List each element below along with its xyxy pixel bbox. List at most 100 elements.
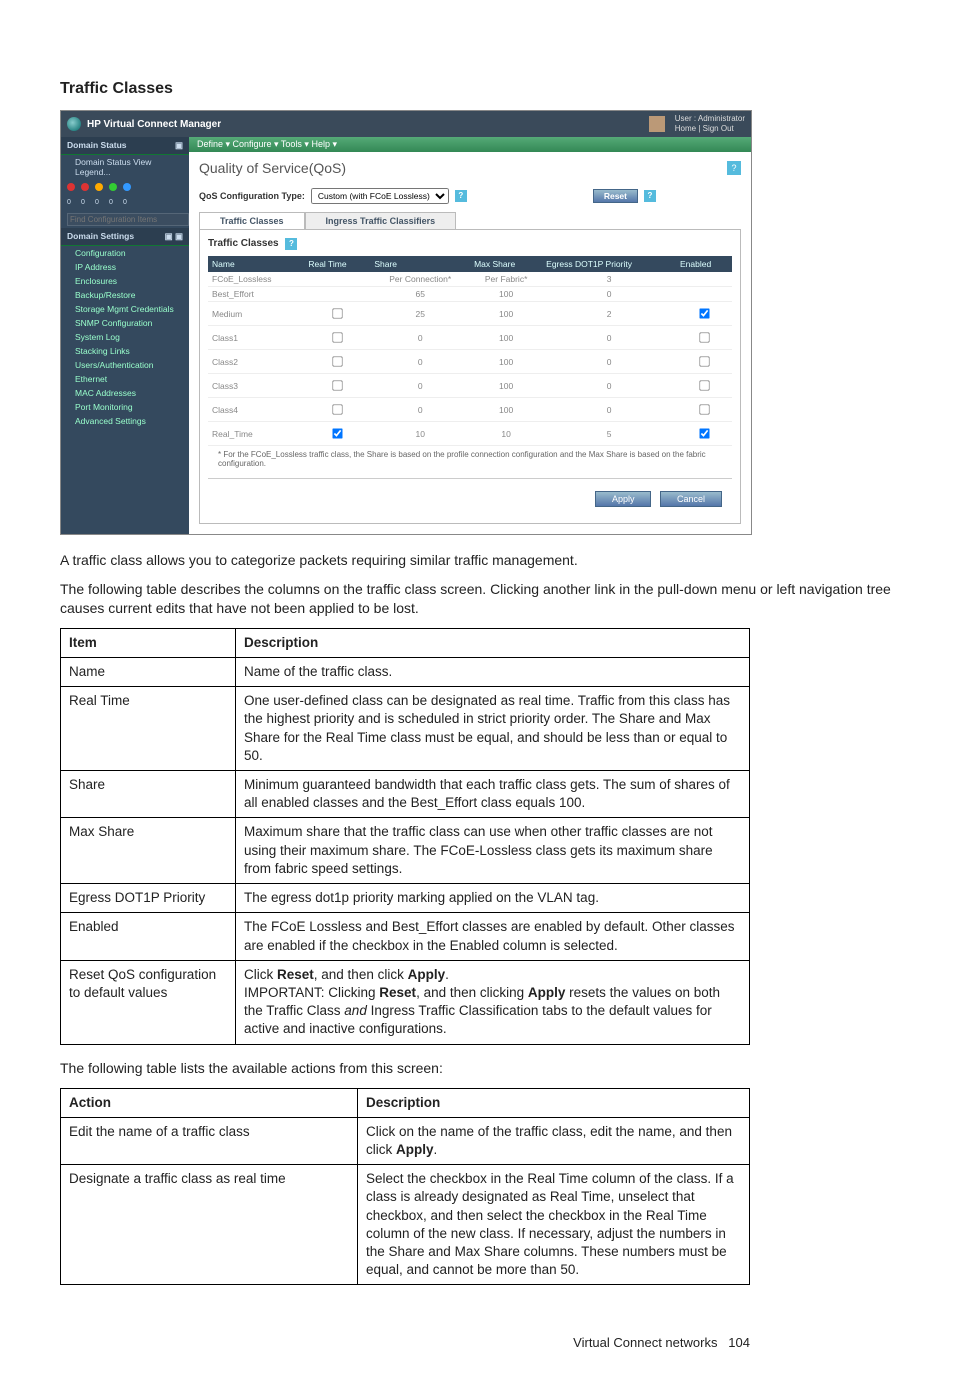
sidebar-item[interactable]: Port Monitoring	[61, 400, 189, 414]
domain-settings-label: Domain Settings	[67, 231, 134, 242]
cfg-type-select[interactable]: Custom (with FCoE Lossless)	[311, 188, 449, 204]
actions-intro: The following table lists the available …	[60, 1059, 894, 1078]
tab-ingress-classifiers[interactable]: Ingress Traffic Classifiers	[305, 212, 457, 229]
traffic-classes-table: NameReal TimeShareMax ShareEgress DOT1P …	[208, 256, 732, 446]
sidebar-item[interactable]: IP Address	[61, 260, 189, 274]
columns-description-table: Item Description NameName of the traffic…	[60, 628, 750, 1045]
apply-button[interactable]: Apply	[595, 491, 652, 507]
domain-status-header: Domain Status▣	[61, 137, 189, 155]
table-header-cell: Max Share	[470, 256, 542, 272]
sidebar-item[interactable]: Users/Authentication	[61, 358, 189, 372]
action-header: Action	[61, 1088, 358, 1117]
table-header-cell: Enabled	[676, 256, 732, 272]
item-cell: Egress DOT1P Priority	[61, 884, 236, 913]
sidebar-item[interactable]: Backup/Restore	[61, 288, 189, 302]
item-cell: Real Time	[61, 687, 236, 771]
table-row: Real_Time10105	[208, 422, 732, 446]
top-links[interactable]: Home | Sign Out	[675, 124, 745, 134]
action-edit-name-desc: Click on the name of the traffic class, …	[358, 1117, 750, 1164]
table-row: Medium251002	[208, 302, 732, 326]
domain-status-row[interactable]: Domain Status View Legend...	[61, 155, 189, 179]
main-panel: Define ▾ Configure ▾ Tools ▾ Help ▾ Qual…	[189, 137, 751, 534]
enabled-checkbox[interactable]	[699, 356, 709, 366]
reset-qos-item: Reset QoS configuration to default value…	[61, 960, 236, 1044]
app-topbar: HP Virtual Connect Manager User : Admini…	[61, 111, 751, 137]
reset-help-icon[interactable]: ?	[644, 190, 656, 202]
status-icons	[61, 179, 189, 195]
realtime-checkbox[interactable]	[333, 308, 343, 318]
item-cell: Share	[61, 770, 236, 817]
realtime-checkbox[interactable]	[333, 428, 343, 438]
reset-button[interactable]: Reset	[593, 189, 638, 203]
user-info: User : Administrator Home | Sign Out	[675, 114, 745, 134]
tc-help-icon[interactable]: ?	[285, 238, 297, 250]
table-header-cell: Egress DOT1P Priority	[542, 256, 676, 272]
action-designate-rt: Designate a traffic class as real time	[61, 1165, 358, 1285]
section-title: Traffic Classes	[60, 80, 894, 98]
app-screenshot: HP Virtual Connect Manager User : Admini…	[60, 110, 752, 535]
realtime-checkbox[interactable]	[333, 380, 343, 390]
tc-heading: Traffic Classes	[208, 238, 279, 249]
sidebar-item[interactable]: Storage Mgmt Credentials	[61, 302, 189, 316]
action-desc-header: Description	[358, 1088, 750, 1117]
sidebar-item[interactable]: MAC Addresses	[61, 386, 189, 400]
enabled-checkbox[interactable]	[699, 332, 709, 342]
reset-qos-desc: Click Reset, and then click Apply. IMPOR…	[236, 960, 750, 1044]
enabled-checkbox[interactable]	[699, 404, 709, 414]
sidebar-item[interactable]: Stacking Links	[61, 344, 189, 358]
sidebar-item[interactable]: Advanced Settings	[61, 414, 189, 428]
item-cell: Max Share	[61, 818, 236, 884]
table-row: Best_Effort651000	[208, 287, 732, 302]
table-footnote: * For the FCoE_Lossless traffic class, t…	[208, 446, 732, 472]
page-footer: Virtual Connect networks 104	[60, 1335, 750, 1350]
table-row: Class201000	[208, 350, 732, 374]
desc-cell: One user-defined class can be designated…	[236, 687, 750, 771]
realtime-checkbox[interactable]	[333, 404, 343, 414]
desc-cell: The egress dot1p priority marking applie…	[236, 884, 750, 913]
enabled-checkbox[interactable]	[699, 308, 709, 318]
col-header-item: Item	[61, 628, 236, 657]
table-header-cell: Share	[370, 256, 470, 272]
status-green-icon	[109, 183, 117, 191]
user-label: User : Administrator	[675, 114, 745, 124]
find-input[interactable]	[67, 213, 189, 226]
domain-status-label: Domain Status	[67, 140, 127, 151]
desc-cell: Name of the traffic class.	[236, 657, 750, 686]
menubar[interactable]: Define ▾ Configure ▾ Tools ▾ Help ▾	[189, 137, 751, 152]
status-orange-icon	[95, 183, 103, 191]
tab-traffic-classes[interactable]: Traffic Classes	[199, 212, 305, 229]
page-title: Quality of Service(QoS)	[199, 160, 346, 176]
cancel-button[interactable]: Cancel	[660, 491, 722, 507]
action-edit-name: Edit the name of a traffic class	[61, 1117, 358, 1164]
desc-cell: Minimum guaranteed bandwidth that each t…	[236, 770, 750, 817]
sidebar-item[interactable]: Configuration	[61, 246, 189, 260]
table-row: FCoE_LosslessPer Connection*Per Fabric*3	[208, 272, 732, 287]
intro-paragraph-2: The following table describes the column…	[60, 580, 894, 618]
table-row: Class301000	[208, 374, 732, 398]
sidebar-item[interactable]: Ethernet	[61, 372, 189, 386]
help-icon[interactable]: ?	[727, 161, 741, 175]
col-header-desc: Description	[236, 628, 750, 657]
domain-settings-header: Domain Settings▣ ▣	[61, 228, 189, 246]
desc-cell: Maximum share that the traffic class can…	[236, 818, 750, 884]
realtime-checkbox[interactable]	[333, 332, 343, 342]
enabled-checkbox[interactable]	[699, 428, 709, 438]
intro-paragraph-1: A traffic class allows you to categorize…	[60, 551, 894, 570]
action-designate-rt-desc: Select the checkbox in the Real Time col…	[358, 1165, 750, 1285]
sidebar-item[interactable]: Enclosures	[61, 274, 189, 288]
table-header-cell: Real Time	[304, 256, 370, 272]
sidebar-item[interactable]: System Log	[61, 330, 189, 344]
left-nav: Domain Status▣ Domain Status View Legend…	[61, 137, 189, 534]
app-title: HP Virtual Connect Manager	[87, 119, 639, 130]
cfg-type-label: QoS Configuration Type:	[199, 191, 305, 201]
enabled-checkbox[interactable]	[699, 380, 709, 390]
status-blue-icon	[123, 183, 131, 191]
table-row: Class401000	[208, 398, 732, 422]
desc-cell: The FCoE Lossless and Best_Effort classe…	[236, 913, 750, 960]
sidebar-item[interactable]: SNMP Configuration	[61, 316, 189, 330]
home-icon[interactable]	[649, 116, 665, 132]
actions-table: Action Description Edit the name of a tr…	[60, 1088, 750, 1286]
item-cell: Enabled	[61, 913, 236, 960]
cfg-help-icon[interactable]: ?	[455, 190, 467, 202]
realtime-checkbox[interactable]	[333, 356, 343, 366]
